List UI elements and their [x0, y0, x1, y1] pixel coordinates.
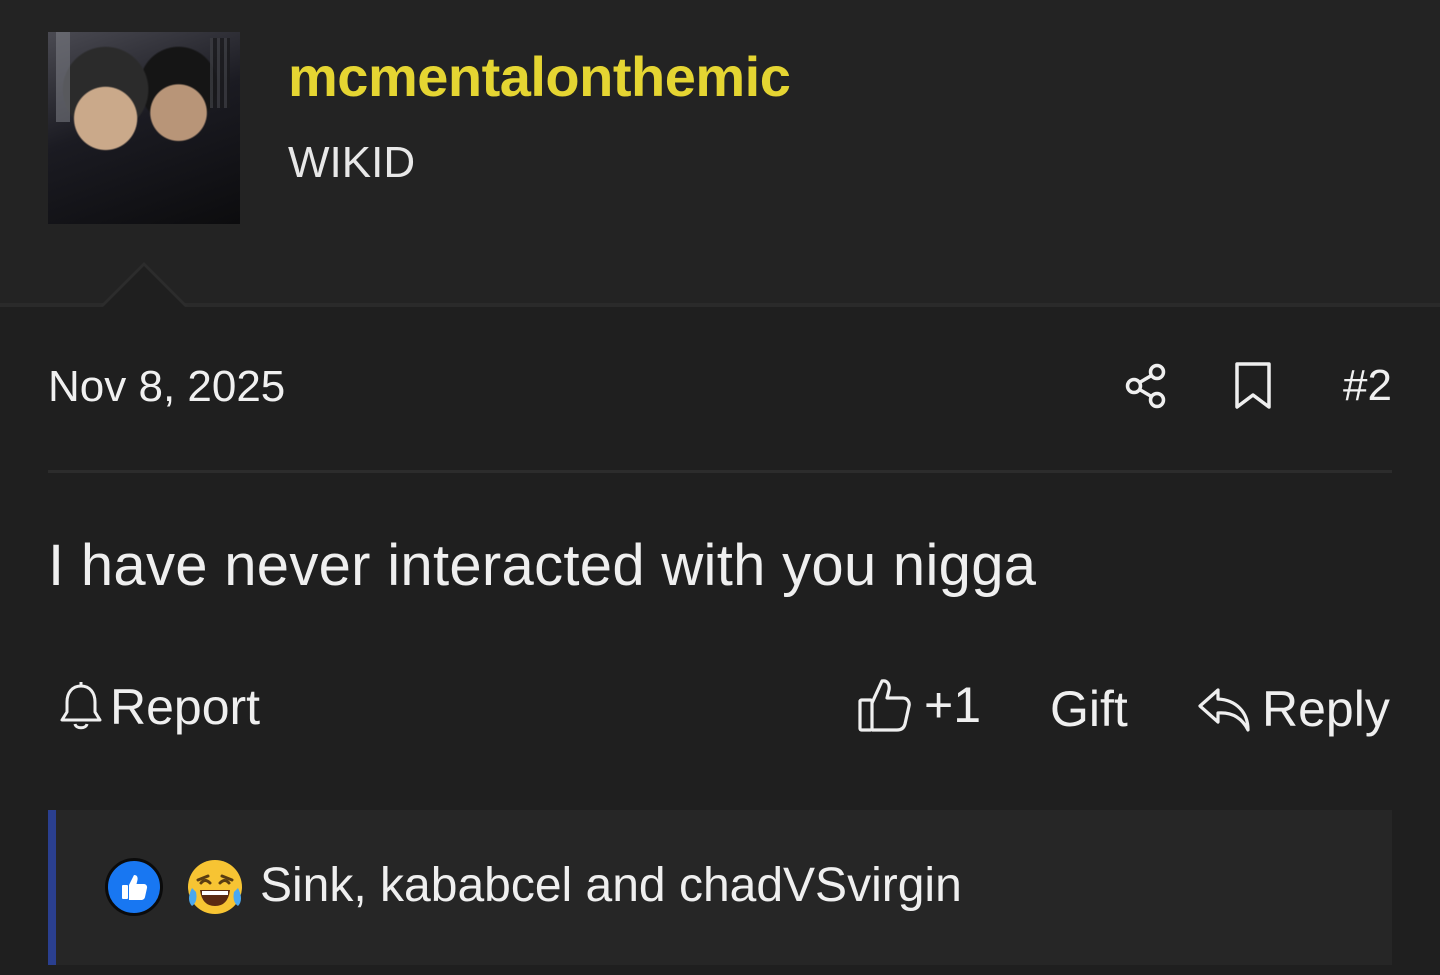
share-button[interactable] — [1121, 360, 1171, 412]
reply-button[interactable]: Reply — [1196, 680, 1390, 738]
bookmark-icon — [1235, 362, 1271, 409]
thumbs-up-icon — [858, 679, 911, 732]
avatar[interactable] — [48, 32, 240, 224]
report-label: Report — [110, 679, 261, 735]
post-message: I have never interacted with you nigga — [48, 533, 1037, 598]
like-button[interactable]: +1 — [856, 676, 981, 734]
user-header: mcmentalonthemic WIKID — [0, 0, 1440, 305]
avatar-highlight — [56, 32, 70, 122]
like-reaction-icon — [105, 858, 163, 916]
post-top-actions: #2 — [1121, 360, 1392, 412]
bookmark-button[interactable] — [1231, 360, 1275, 412]
header-divider — [0, 303, 1440, 307]
share-icon — [1125, 363, 1166, 409]
reactors-list[interactable]: Sink, kababcel and chadVSvirgin — [260, 858, 962, 913]
content-divider — [48, 470, 1392, 473]
user-title: WIKID — [288, 138, 416, 187]
post-date[interactable]: Nov 8, 2025 — [48, 362, 285, 412]
reply-label: Reply — [1262, 681, 1390, 737]
laugh-reaction-icon — [188, 860, 242, 914]
gift-button[interactable]: Gift — [1050, 680, 1128, 738]
bell-icon — [60, 682, 102, 730]
reply-icon — [1198, 688, 1250, 732]
report-button[interactable]: Report — [58, 678, 260, 736]
username-link[interactable]: mcmentalonthemic — [288, 44, 791, 109]
avatar-background-detail — [210, 38, 230, 108]
reactions-bar[interactable]: Sink, kababcel and chadVSvirgin — [48, 810, 1392, 965]
like-count: +1 — [924, 677, 982, 733]
post-number-link[interactable]: #2 — [1343, 361, 1392, 411]
message-pointer-inner — [103, 266, 185, 307]
